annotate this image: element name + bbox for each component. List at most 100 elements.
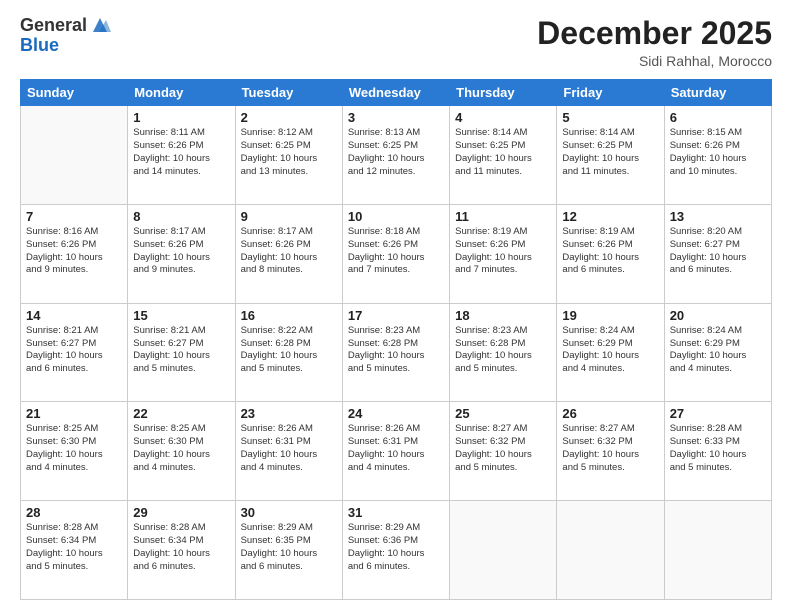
table-row: 4 Sunrise: 8:14 AM Sunset: 6:25 PM Daylig… [450, 106, 557, 205]
day-number: 15 [133, 308, 229, 323]
table-row: 13Sunrise: 8:20 AM Sunset: 6:27 PM Dayli… [664, 204, 771, 303]
logo-general-text: General [20, 16, 87, 36]
header-friday: Friday [557, 80, 664, 106]
day-info: Sunrise: 8:26 AM Sunset: 6:31 PM Dayligh… [348, 423, 444, 474]
table-row [557, 501, 664, 600]
day-number: 25 [455, 406, 551, 421]
table-row: 28 Sunrise: 8:28 AM Sunset: 6:34 PM Dayli… [21, 501, 128, 600]
calendar-week-row: 14 Sunrise: 8:21 AM Sunset: 6:27 PM Dayli… [21, 303, 772, 402]
day-info: Sunrise: 8:23 AM Sunset: 6:28 PM Dayligh… [348, 325, 444, 376]
table-row: 24 Sunrise: 8:26 AM Sunset: 6:31 PM Dayli… [342, 402, 449, 501]
day-info: Sunrise: 8:22 AM Sunset: 6:28 PM Dayligh… [241, 325, 337, 376]
table-row: 14Sunrise: 8:21 AM Sunset: 6:27 PM Dayli… [21, 303, 128, 402]
day-number: 1 [133, 110, 229, 125]
calendar-table: Sunday Monday Tuesday Wednesday Thursday… [20, 79, 772, 600]
day-info: Sunrise: 8:18 AM Sunset: 6:26 PM Dayligh… [348, 226, 444, 277]
day-info: Sunrise: 8:23 AM Sunset: 6:28 PM Dayligh… [455, 325, 551, 376]
day-number: 30 [241, 505, 337, 520]
day-number: 11 [455, 209, 551, 224]
logo-blue-text: Blue [20, 36, 111, 56]
day-info: Sunrise: 8:25 AM Sunset: 6:30 PM Dayligh… [26, 423, 122, 474]
table-row: 1 Sunrise: 8:11 AM Sunset: 6:26 PM Daylig… [128, 106, 235, 205]
day-number: 5 [562, 110, 658, 125]
table-row [450, 501, 557, 600]
day-info: Sunrise: 8:14 AM Sunset: 6:25 PM Dayligh… [562, 127, 658, 178]
table-row: 7 Sunrise: 8:16 AM Sunset: 6:26 PM Daylig… [21, 204, 128, 303]
day-number: 16 [241, 308, 337, 323]
day-number: 7 [26, 209, 122, 224]
day-info: Sunrise: 8:21 AM Sunset: 6:27 PM Dayligh… [133, 325, 229, 376]
day-number: 2 [241, 110, 337, 125]
logo: General Blue [20, 16, 111, 56]
table-row: 5 Sunrise: 8:14 AM Sunset: 6:25 PM Daylig… [557, 106, 664, 205]
day-info: Sunrise: 8:12 AM Sunset: 6:25 PM Dayligh… [241, 127, 337, 178]
day-info: Sunrise: 8:15 AM Sunset: 6:26 PM Dayligh… [670, 127, 766, 178]
day-info: Sunrise: 8:28 AM Sunset: 6:34 PM Dayligh… [26, 522, 122, 573]
calendar-header-row: Sunday Monday Tuesday Wednesday Thursday… [21, 80, 772, 106]
table-row: 25 Sunrise: 8:27 AM Sunset: 6:32 PM Dayli… [450, 402, 557, 501]
calendar-week-row: 21 Sunrise: 8:25 AM Sunset: 6:30 PM Dayli… [21, 402, 772, 501]
day-number: 31 [348, 505, 444, 520]
header-wednesday: Wednesday [342, 80, 449, 106]
day-info: Sunrise: 8:14 AM Sunset: 6:25 PM Dayligh… [455, 127, 551, 178]
day-number: 21 [26, 406, 122, 421]
table-row: 17 Sunrise: 8:23 AM Sunset: 6:28 PM Dayli… [342, 303, 449, 402]
table-row: 21 Sunrise: 8:25 AM Sunset: 6:30 PM Dayli… [21, 402, 128, 501]
header-sunday: Sunday [21, 80, 128, 106]
day-number: 14 [26, 308, 122, 323]
day-number: 12 [562, 209, 658, 224]
table-row: 31 Sunrise: 8:29 AM Sunset: 6:36 PM Dayli… [342, 501, 449, 600]
day-info: Sunrise: 8:26 AM Sunset: 6:31 PM Dayligh… [241, 423, 337, 474]
day-info: Sunrise: 8:27 AM Sunset: 6:32 PM Dayligh… [455, 423, 551, 474]
table-row: 29 Sunrise: 8:28 AM Sunset: 6:34 PM Dayli… [128, 501, 235, 600]
table-row: 20 Sunrise: 8:24 AM Sunset: 6:29 PM Dayli… [664, 303, 771, 402]
day-number: 4 [455, 110, 551, 125]
day-number: 6 [670, 110, 766, 125]
day-number: 28 [26, 505, 122, 520]
day-number: 17 [348, 308, 444, 323]
day-info: Sunrise: 8:11 AM Sunset: 6:26 PM Dayligh… [133, 127, 229, 178]
day-number: 18 [455, 308, 551, 323]
title-block: December 2025 Sidi Rahhal, Morocco [537, 16, 772, 69]
table-row: 22Sunrise: 8:25 AM Sunset: 6:30 PM Dayli… [128, 402, 235, 501]
location: Sidi Rahhal, Morocco [537, 53, 772, 69]
day-number: 3 [348, 110, 444, 125]
table-row: 18 Sunrise: 8:23 AM Sunset: 6:28 PM Dayli… [450, 303, 557, 402]
day-number: 26 [562, 406, 658, 421]
table-row: 26 Sunrise: 8:27 AM Sunset: 6:32 PM Dayli… [557, 402, 664, 501]
day-info: Sunrise: 8:24 AM Sunset: 6:29 PM Dayligh… [670, 325, 766, 376]
day-info: Sunrise: 8:16 AM Sunset: 6:26 PM Dayligh… [26, 226, 122, 277]
calendar-week-row: 28 Sunrise: 8:28 AM Sunset: 6:34 PM Dayli… [21, 501, 772, 600]
header-thursday: Thursday [450, 80, 557, 106]
table-row: 10 Sunrise: 8:18 AM Sunset: 6:26 PM Dayli… [342, 204, 449, 303]
header-monday: Monday [128, 80, 235, 106]
day-number: 29 [133, 505, 229, 520]
table-row: 9 Sunrise: 8:17 AM Sunset: 6:26 PM Daylig… [235, 204, 342, 303]
day-info: Sunrise: 8:20 AM Sunset: 6:27 PM Dayligh… [670, 226, 766, 277]
day-info: Sunrise: 8:28 AM Sunset: 6:34 PM Dayligh… [133, 522, 229, 573]
table-row: 23Sunrise: 8:26 AM Sunset: 6:31 PM Dayli… [235, 402, 342, 501]
table-row: 15 Sunrise: 8:21 AM Sunset: 6:27 PM Dayli… [128, 303, 235, 402]
table-row: 3 Sunrise: 8:13 AM Sunset: 6:25 PM Daylig… [342, 106, 449, 205]
page: General Blue December 2025 Sidi Rahhal, … [0, 0, 792, 612]
table-row: 11Sunrise: 8:19 AM Sunset: 6:26 PM Dayli… [450, 204, 557, 303]
day-info: Sunrise: 8:17 AM Sunset: 6:26 PM Dayligh… [241, 226, 337, 277]
table-row: 6 Sunrise: 8:15 AM Sunset: 6:26 PM Daylig… [664, 106, 771, 205]
day-number: 24 [348, 406, 444, 421]
table-row: 8Sunrise: 8:17 AM Sunset: 6:26 PM Daylig… [128, 204, 235, 303]
month-title: December 2025 [537, 16, 772, 51]
day-number: 22 [133, 406, 229, 421]
header: General Blue December 2025 Sidi Rahhal, … [20, 16, 772, 69]
day-number: 10 [348, 209, 444, 224]
table-row: 30Sunrise: 8:29 AM Sunset: 6:35 PM Dayli… [235, 501, 342, 600]
header-tuesday: Tuesday [235, 80, 342, 106]
day-number: 9 [241, 209, 337, 224]
day-info: Sunrise: 8:17 AM Sunset: 6:26 PM Dayligh… [133, 226, 229, 277]
day-info: Sunrise: 8:29 AM Sunset: 6:36 PM Dayligh… [348, 522, 444, 573]
calendar-week-row: 1 Sunrise: 8:11 AM Sunset: 6:26 PM Daylig… [21, 106, 772, 205]
table-row: 19Sunrise: 8:24 AM Sunset: 6:29 PM Dayli… [557, 303, 664, 402]
day-info: Sunrise: 8:13 AM Sunset: 6:25 PM Dayligh… [348, 127, 444, 178]
day-number: 20 [670, 308, 766, 323]
day-info: Sunrise: 8:27 AM Sunset: 6:32 PM Dayligh… [562, 423, 658, 474]
day-number: 27 [670, 406, 766, 421]
